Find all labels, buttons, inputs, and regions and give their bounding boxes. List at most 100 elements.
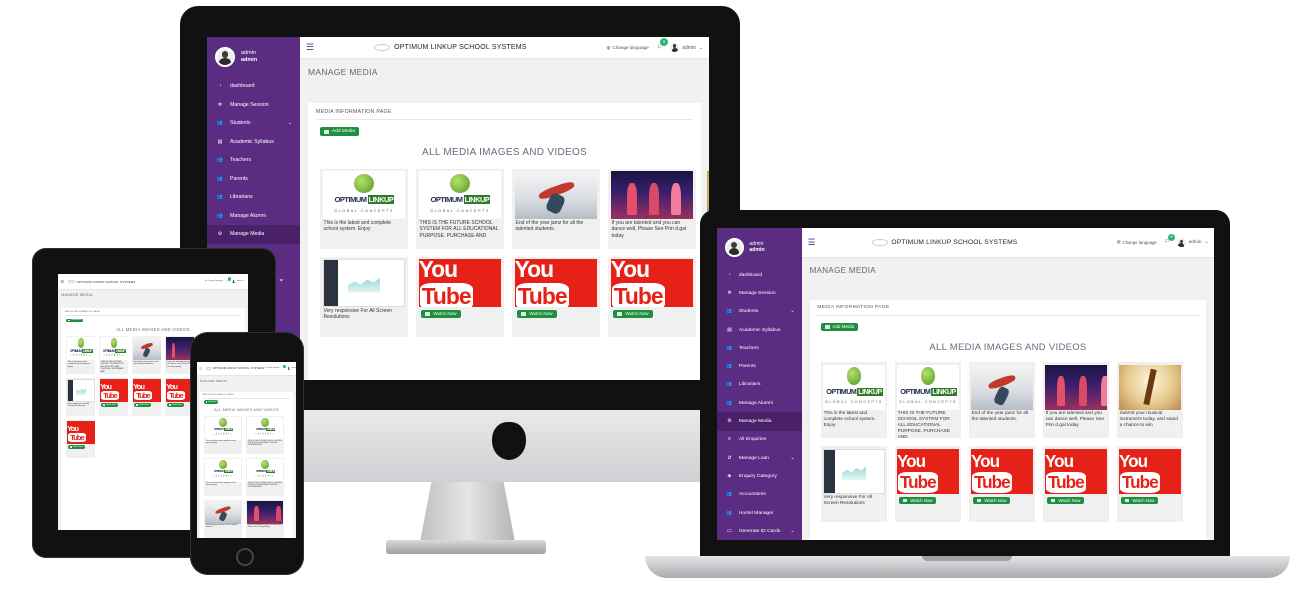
- media-thumbnail[interactable]: OPTIMUM LINKUP GLOBAL CONCEPTS: [322, 171, 406, 220]
- add-media-button[interactable]: Add Media: [320, 127, 359, 136]
- media-card[interactable]: OPTIMUM LINKUP GLOBAL CONCEPTS THIS IS THE …: [246, 457, 285, 496]
- sidebar-item-students[interactable]: 👥 Students ⌄: [717, 303, 802, 321]
- watch-now-button[interactable]: Watch Now: [972, 496, 1011, 505]
- media-card[interactable]: OPTIMUM LINKUP GLOBAL CONCEPTS This is the …: [204, 415, 243, 454]
- sidebar-item-teachers[interactable]: 👥 Teachers: [207, 151, 300, 170]
- watch-now-button[interactable]: Watch Now: [101, 403, 118, 407]
- language-selector[interactable]: ◍ Change language: [1117, 239, 1157, 245]
- language-selector[interactable]: ◍ Change language: [205, 280, 223, 282]
- add-media-button[interactable]: Add Media: [66, 318, 83, 323]
- watch-now-button[interactable]: Watch Now: [1120, 496, 1159, 505]
- media-card[interactable]: If you are talented and you can dance we…: [1042, 362, 1109, 439]
- language-selector[interactable]: ◍ Change language: [606, 45, 648, 51]
- notifications-button[interactable]: ⚐ 9: [657, 38, 669, 51]
- sidebar-item-librarians[interactable]: 👥 Librarians: [207, 188, 300, 207]
- sidebar-user[interactable]: admin admin: [717, 228, 802, 266]
- sidebar-item-manage-session[interactable]: ✲ Manage Session: [207, 96, 300, 115]
- media-card[interactable]: YouTube Watch Now: [968, 446, 1035, 523]
- sidebar-item-manage-loan[interactable]: ⇵ Manage Loan ⌄: [717, 449, 802, 467]
- media-thumbnail[interactable]: OPTIMUM LINKUP GLOBAL CONCEPTS: [247, 458, 284, 482]
- youtube-thumbnail[interactable]: YouTube: [1118, 448, 1182, 495]
- sidebar-item-manage-media[interactable]: ⚙ Manage Media: [717, 412, 802, 431]
- sidebar-item-academic-syllabus[interactable]: ▤ Academic Syllabus: [207, 133, 300, 152]
- phone-home-button[interactable]: [236, 548, 254, 566]
- media-thumbnail[interactable]: OPTIMUM LINKUP GLOBAL CONCEPTS: [896, 364, 960, 411]
- sidebar-item-parents[interactable]: 👥 Parents: [207, 170, 300, 189]
- media-thumbnail[interactable]: [1118, 364, 1182, 411]
- media-thumbnail[interactable]: [67, 379, 95, 403]
- sidebar-item-enquiry-category[interactable]: ◈ Enquiry Category: [717, 467, 802, 485]
- media-card[interactable]: If you are talented and you can dance we…: [608, 169, 696, 249]
- media-thumbnail[interactable]: OPTIMUM LINKUP GLOBAL CONCEPTS: [247, 416, 284, 440]
- media-thumbnail[interactable]: [822, 448, 886, 495]
- youtube-thumbnail[interactable]: YouTube: [418, 259, 502, 308]
- media-card[interactable]: End of the year jamz for all the talente…: [132, 336, 162, 375]
- media-card[interactable]: OPTIMUM LINKUP GLOBAL CONCEPTS THIS IS THE …: [99, 336, 129, 375]
- watch-now-button[interactable]: Watch Now: [421, 309, 461, 318]
- sidebar-user[interactable]: admin admin: [207, 37, 300, 77]
- media-thumbnail[interactable]: [322, 259, 406, 308]
- menu-toggle-icon[interactable]: ☰: [808, 237, 816, 248]
- user-menu[interactable]: admin⌄: [231, 279, 245, 284]
- sidebar-item-students[interactable]: 👥 Students ⌄: [207, 114, 300, 133]
- add-media-button[interactable]: Add Media: [204, 400, 219, 404]
- media-thumbnail[interactable]: [610, 171, 694, 220]
- media-card[interactable]: OPTIMUM LINKUP GLOBAL CONCEPTS This is the …: [66, 336, 96, 375]
- menu-toggle-icon[interactable]: ☰: [306, 42, 314, 53]
- sidebar-item-manage-alumni[interactable]: 👥 Manage Alumni: [207, 207, 300, 226]
- language-selector[interactable]: ◍ Change language: [264, 367, 279, 370]
- media-card[interactable]: YouTube Watch Now: [99, 378, 129, 417]
- media-card[interactable]: YouTube Watch Now: [1116, 446, 1183, 523]
- media-card[interactable]: If you are talented and you can dance we…: [246, 499, 285, 538]
- media-thumbnail[interactable]: OPTIMUM LINKUP GLOBAL CONCEPTS: [205, 416, 242, 440]
- sidebar-item-manage-alumni[interactable]: 👥 Manage Alumni: [717, 394, 802, 412]
- media-card[interactable]: YouTube Watch Now: [132, 378, 162, 417]
- media-thumbnail[interactable]: OPTIMUM LINKUP GLOBAL CONCEPTS: [205, 458, 242, 482]
- sidebar-item-dashboard[interactable]: ◔ dashboard: [207, 77, 300, 96]
- media-thumbnail[interactable]: OPTIMUM LINKUP GLOBAL CONCEPTS: [822, 364, 886, 411]
- media-card[interactable]: YouTube Watch Now: [416, 257, 504, 337]
- sidebar-item-accountants[interactable]: 👥 Accountants: [717, 486, 802, 504]
- media-thumbnail[interactable]: OPTIMUM LINKUP GLOBAL CONCEPTS: [100, 337, 128, 361]
- user-menu[interactable]: admin⌄: [1177, 238, 1208, 247]
- watch-now-button[interactable]: Watch Now: [613, 309, 653, 318]
- youtube-thumbnail[interactable]: YouTube: [896, 448, 960, 495]
- sidebar-item-teachers[interactable]: 👥 Teachers: [717, 339, 802, 357]
- media-card[interactable]: Submit your musical instrument today, an…: [1116, 362, 1183, 439]
- media-card[interactable]: Very responsive For All Screen Resolutio…: [66, 378, 96, 417]
- notifications-button[interactable]: ⚐ 9: [1164, 233, 1176, 245]
- sidebar-item-manage-session[interactable]: ✲ Manage Session: [717, 284, 802, 302]
- media-card[interactable]: OPTIMUM LINKUP GLOBAL CONCEPTS This is the …: [820, 362, 887, 439]
- media-card[interactable]: YouTube Watch Now: [512, 257, 600, 337]
- media-card[interactable]: OPTIMUM LINKUP GLOBAL CONCEPTS THIS IS THE …: [246, 415, 285, 454]
- sidebar-item-academic-syllabus[interactable]: ▤ Academic Syllabus: [717, 321, 802, 339]
- menu-toggle-icon[interactable]: ☰: [199, 367, 202, 371]
- menu-toggle-icon[interactable]: ☰: [61, 279, 64, 284]
- sidebar-item-generate-id-cards[interactable]: ▭ Generate ID Cards ⌄: [717, 522, 802, 540]
- sidebar-item-all-enquiries[interactable]: ≡ All Enquiries: [717, 431, 802, 449]
- media-card[interactable]: End of the year jamz for all the talente…: [512, 169, 600, 249]
- media-card[interactable]: OPTIMUM LINKUP GLOBAL CONCEPTS This is the …: [204, 457, 243, 496]
- media-card[interactable]: OPTIMUM LINKUP GLOBAL CONCEPTS THIS IS THE …: [894, 362, 961, 439]
- notifications-button[interactable]: ⚐ 9: [282, 364, 287, 370]
- media-card[interactable]: End of the year jamz for all the talente…: [204, 499, 243, 538]
- watch-now-button[interactable]: Watch Now: [1046, 496, 1085, 505]
- watch-now-button[interactable]: Watch Now: [517, 309, 557, 318]
- media-thumbnail[interactable]: [247, 500, 284, 524]
- youtube-thumbnail[interactable]: YouTube: [100, 379, 128, 403]
- media-card[interactable]: YouTube Watch Now: [66, 420, 96, 459]
- media-card[interactable]: YouTube Watch Now: [894, 446, 961, 523]
- media-card[interactable]: OPTIMUM LINKUP GLOBAL CONCEPTS THIS IS THE …: [416, 169, 504, 249]
- notifications-button[interactable]: ⚐ 9: [226, 277, 231, 283]
- sidebar-item-librarians[interactable]: 👥 Librarians: [717, 376, 802, 394]
- media-thumbnail[interactable]: [514, 171, 598, 220]
- youtube-thumbnail[interactable]: YouTube: [610, 259, 694, 308]
- media-thumbnail[interactable]: OPTIMUM LINKUP GLOBAL CONCEPTS: [418, 171, 502, 220]
- sidebar-item-dashboard[interactable]: ◔ dashboard: [717, 266, 802, 284]
- youtube-thumbnail[interactable]: YouTube: [67, 421, 95, 445]
- media-thumbnail[interactable]: [970, 364, 1034, 411]
- sidebar-item-hostel-manager[interactable]: 👥 Hostel Manager: [717, 504, 802, 522]
- media-thumbnail[interactable]: [1044, 364, 1108, 411]
- sidebar-item-parents[interactable]: 👥 Parents: [717, 357, 802, 375]
- media-thumbnail[interactable]: OPTIMUM LINKUP GLOBAL CONCEPTS: [67, 337, 95, 361]
